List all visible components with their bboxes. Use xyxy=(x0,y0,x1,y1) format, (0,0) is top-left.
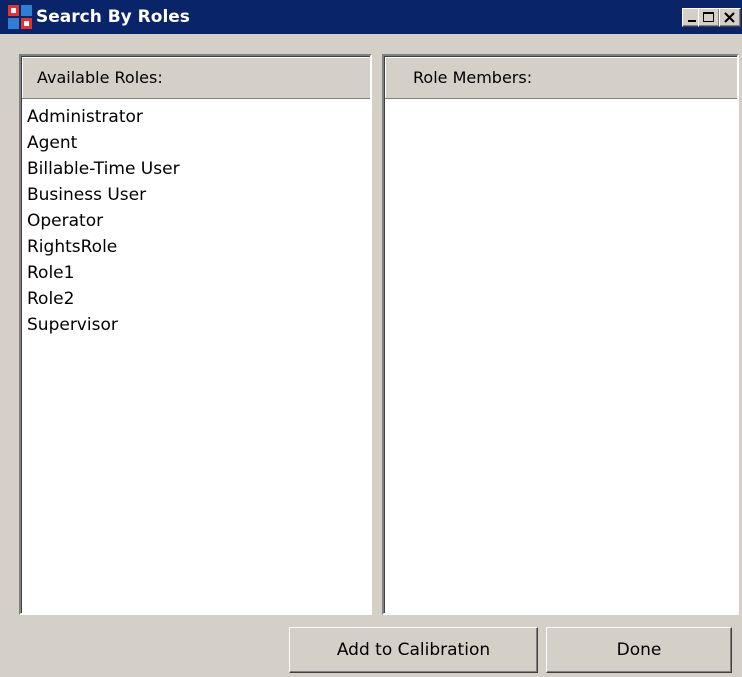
maximize-button[interactable] xyxy=(698,8,720,27)
title-bar[interactable]: Search By Roles xyxy=(0,0,742,34)
role-members-header-label: Role Members: xyxy=(413,68,533,87)
role-item[interactable]: Operator xyxy=(22,208,370,234)
available-roles-list[interactable]: Administrator Agent Billable-Time User B… xyxy=(22,100,370,613)
add-to-calibration-button[interactable]: Add to Calibration xyxy=(289,627,538,673)
available-roles-panel: Available Roles: Administrator Agent Bil… xyxy=(19,54,372,615)
close-button[interactable] xyxy=(719,8,741,27)
role-item[interactable]: Supervisor xyxy=(22,312,370,338)
role-item[interactable]: RightsRole xyxy=(22,234,370,260)
search-by-roles-window: Search By Roles Available Roles: Adminis… xyxy=(0,0,742,677)
available-roles-header-label: Available Roles: xyxy=(37,68,163,87)
app-icon xyxy=(8,5,32,29)
done-button[interactable]: Done xyxy=(546,627,732,673)
role-item[interactable]: Business User xyxy=(22,182,370,208)
maximize-icon xyxy=(703,12,714,22)
role-item[interactable]: Agent xyxy=(22,130,370,156)
role-item[interactable]: Role1 xyxy=(22,260,370,286)
role-item[interactable]: Role2 xyxy=(22,286,370,312)
close-icon xyxy=(724,12,735,23)
window-title: Search By Roles xyxy=(36,7,190,27)
available-roles-header[interactable]: Available Roles: xyxy=(22,57,370,99)
role-members-panel: Role Members: xyxy=(382,54,739,615)
role-members-header[interactable]: Role Members: xyxy=(385,57,737,99)
role-members-list[interactable] xyxy=(385,100,737,613)
role-item[interactable]: Administrator xyxy=(22,104,370,130)
role-item[interactable]: Billable-Time User xyxy=(22,156,370,182)
